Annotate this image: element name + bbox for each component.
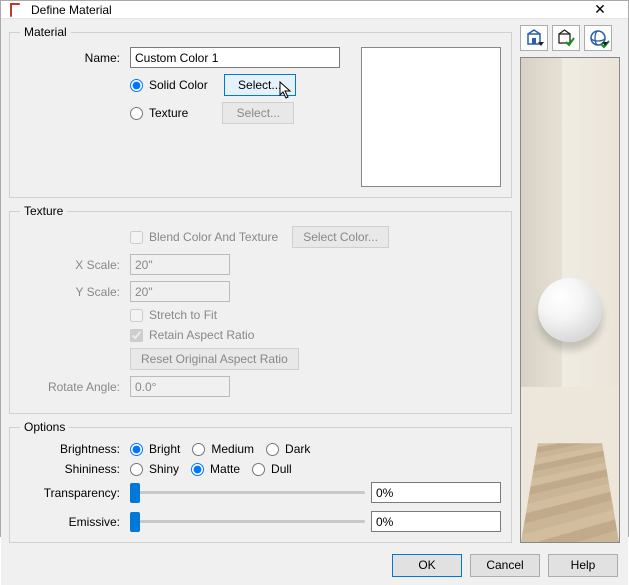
shininess-dull-label: Dull xyxy=(271,462,292,476)
brightness-label: Brightness: xyxy=(20,442,124,456)
view-mode-tool-button[interactable] xyxy=(584,25,612,51)
cancel-label: Cancel xyxy=(486,558,523,572)
check-icon xyxy=(600,39,610,49)
select-color-label: Select Color... xyxy=(303,230,378,244)
stretch-label: Stretch to Fit xyxy=(149,308,217,322)
material-legend: Material xyxy=(20,25,71,39)
yscale-label: Y Scale: xyxy=(20,285,124,299)
select-texture-button: Select... xyxy=(222,102,294,124)
emissive-slider[interactable] xyxy=(130,512,365,532)
texture-group: Texture Blend Color And Texture Select C… xyxy=(9,204,512,414)
yscale-input xyxy=(130,281,230,302)
reset-aspect-label: Reset Original Aspect Ratio xyxy=(141,352,288,366)
help-button[interactable]: Help xyxy=(548,554,618,577)
shininess-matte-label: Matte xyxy=(210,462,240,476)
select-label-2: Select... xyxy=(237,106,280,120)
shininess-shiny-radio[interactable]: Shiny xyxy=(130,462,179,476)
ok-label: OK xyxy=(418,558,435,572)
solid-color-radio[interactable]: Solid Color xyxy=(130,78,208,92)
window-title: Define Material xyxy=(31,3,580,17)
titlebar: Define Material ✕ xyxy=(1,1,628,19)
texture-label: Texture xyxy=(149,106,188,120)
app-icon xyxy=(9,2,25,18)
content-area: Material Name: Solid Color xyxy=(1,19,628,585)
reset-aspect-button: Reset Original Aspect Ratio xyxy=(130,348,299,370)
select-blend-color-button: Select Color... xyxy=(292,226,389,248)
emissive-label: Emissive: xyxy=(20,515,124,529)
color-swatch-preview xyxy=(361,47,501,187)
options-legend: Options xyxy=(20,420,69,434)
rotate-input xyxy=(130,376,230,397)
texture-radio[interactable]: Texture xyxy=(130,106,188,120)
shininess-matte-radio[interactable]: Matte xyxy=(191,462,240,476)
shininess-label: Shininess: xyxy=(20,462,124,476)
options-group: Options Brightness: Bright Medium Dark xyxy=(9,420,512,543)
material-group: Material Name: Solid Color xyxy=(9,25,512,198)
retain-aspect-checkbox: Retain Aspect Ratio xyxy=(130,328,254,342)
texture-legend: Texture xyxy=(20,204,67,218)
preview-toolbar xyxy=(520,25,620,51)
xscale-label: X Scale: xyxy=(20,258,124,272)
cancel-button[interactable]: Cancel xyxy=(470,554,540,577)
library-check-tool-button[interactable] xyxy=(552,25,580,51)
blend-checkbox: Blend Color And Texture xyxy=(130,230,278,244)
transparency-slider[interactable] xyxy=(130,483,365,503)
rotate-label: Rotate Angle: xyxy=(20,380,124,394)
brightness-medium-radio[interactable]: Medium xyxy=(192,442,254,456)
brightness-bright-radio[interactable]: Bright xyxy=(130,442,180,456)
name-label: Name: xyxy=(20,51,124,65)
select-label-1: Select... xyxy=(238,78,281,92)
shininess-shiny-label: Shiny xyxy=(149,462,179,476)
brightness-dark-label: Dark xyxy=(285,442,310,456)
dialog-footer: OK Cancel Help xyxy=(1,545,628,585)
brightness-bright-label: Bright xyxy=(149,442,180,456)
transparency-input[interactable] xyxy=(371,482,501,503)
help-label: Help xyxy=(571,558,596,572)
brightness-medium-label: Medium xyxy=(211,442,254,456)
retain-label: Retain Aspect Ratio xyxy=(149,328,254,342)
shininess-dull-radio[interactable]: Dull xyxy=(252,462,292,476)
stretch-checkbox: Stretch to Fit xyxy=(130,308,217,322)
xscale-input xyxy=(130,254,230,275)
dialog-window: Define Material ✕ Material Name: xyxy=(0,0,629,537)
emissive-input[interactable] xyxy=(371,511,501,532)
ok-button[interactable]: OK xyxy=(392,554,462,577)
render-preview xyxy=(520,57,620,543)
solid-color-label: Solid Color xyxy=(149,78,208,92)
close-button[interactable]: ✕ xyxy=(580,1,620,18)
library-plan-tool-button[interactable] xyxy=(520,25,548,51)
name-input[interactable] xyxy=(130,47,340,68)
select-solid-color-button[interactable]: Select... xyxy=(224,74,296,96)
preview-sphere xyxy=(538,278,602,342)
blend-label: Blend Color And Texture xyxy=(149,230,278,244)
transparency-label: Transparency: xyxy=(20,486,124,500)
brightness-dark-radio[interactable]: Dark xyxy=(266,442,310,456)
